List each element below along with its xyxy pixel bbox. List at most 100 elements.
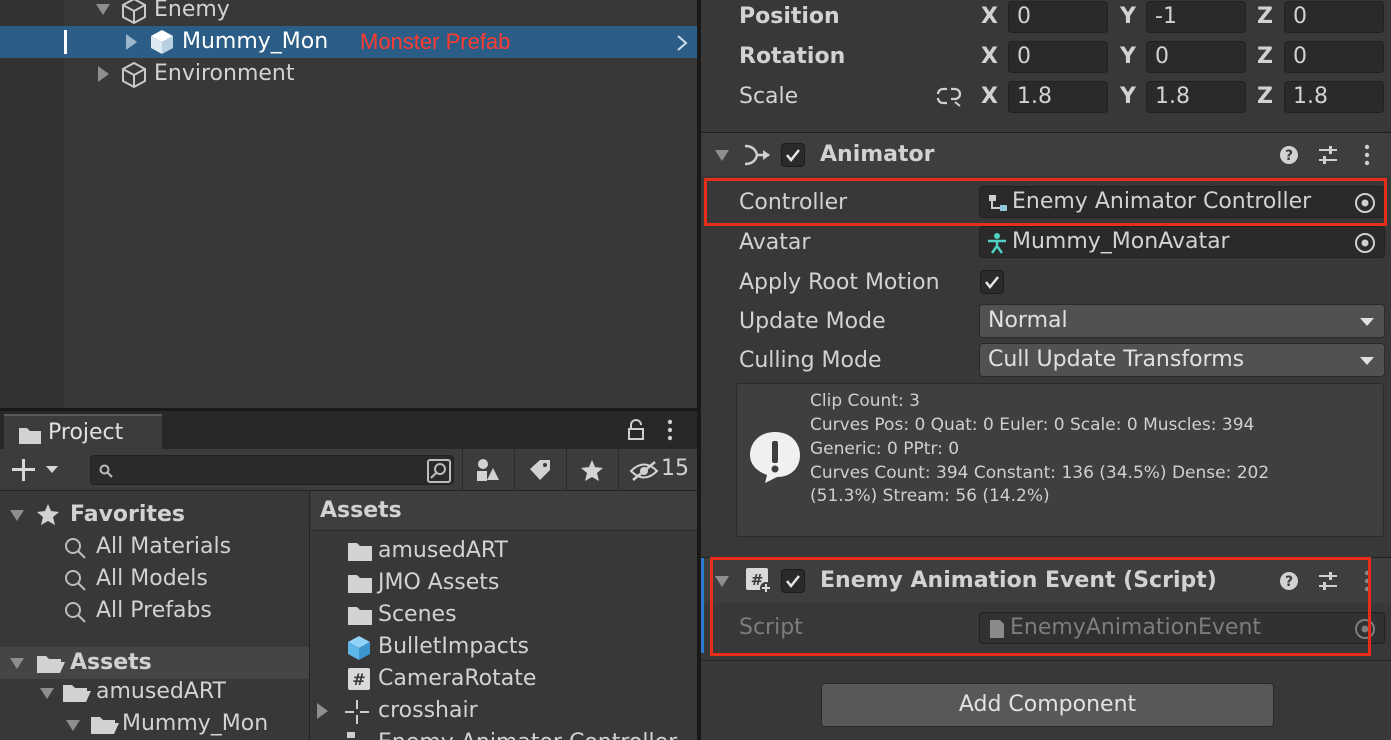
position-z-field[interactable]: 0 — [1284, 1, 1384, 33]
help-icon[interactable]: ? — [1279, 145, 1299, 165]
script-component-highlight-box — [710, 557, 1371, 656]
rotation-y-field[interactable]: 0 — [1146, 41, 1246, 73]
text-caret — [64, 30, 67, 54]
animator-enabled-checkbox[interactable] — [781, 143, 805, 167]
search-icon — [65, 602, 86, 623]
added-component-indicator — [701, 603, 704, 653]
axis-y-label: Y — [1120, 84, 1136, 109]
folder-icon — [19, 428, 41, 444]
search-input[interactable] — [90, 455, 454, 485]
asset-item-label: Scenes — [378, 602, 457, 627]
asset-item-label: Enemy Animator Controller — [378, 728, 677, 740]
rotation-x-field[interactable]: 0 — [1008, 41, 1108, 73]
tag-icon — [530, 460, 550, 480]
tree-item-assets[interactable]: Assets — [0, 647, 309, 679]
prefab-cube-icon — [151, 30, 173, 54]
scale-z-field[interactable]: 1.8 — [1284, 81, 1384, 113]
asset-item-label: crosshair — [378, 698, 478, 723]
folder-icon — [348, 607, 372, 625]
asset-item[interactable]: BulletImpacts — [311, 631, 697, 663]
info-line: Generic: 0 PPtr: 0 — [810, 439, 960, 459]
tree-item-mummy-mon[interactable]: Mummy_Mon — [122, 709, 268, 739]
tree-item-amusedart[interactable]: amusedART — [96, 677, 226, 707]
axis-z-label: Z — [1257, 44, 1273, 69]
scale-x-field[interactable]: 1.8 — [1008, 81, 1108, 113]
script-icon: # — [348, 668, 370, 690]
foldout-collapsed-icon[interactable] — [317, 703, 329, 719]
constrain-proportions-unlinked-icon[interactable] — [935, 84, 963, 108]
svg-text:#: # — [352, 670, 365, 689]
avatar-label: Avatar — [739, 230, 811, 255]
update-mode-dropdown[interactable]: Normal — [979, 304, 1385, 338]
asset-item[interactable]: # CameraRotate — [311, 663, 697, 695]
hierarchy-item-mummy-mon[interactable]: Mummy_Mon Monster Prefab — [0, 26, 697, 58]
chevron-right-icon[interactable] — [676, 34, 688, 52]
project-folder-tree: Favorites All Materials All Models All P… — [0, 491, 310, 740]
asset-item[interactable]: Enemy Animator Controller — [311, 727, 697, 740]
animator-info-box: Clip Count: 3 Curves Pos: 0 Quat: 0 Eule… — [736, 383, 1384, 537]
star-icon — [37, 504, 59, 525]
info-line: Clip Count: 3 — [810, 391, 920, 411]
rotation-z-field[interactable]: 0 — [1284, 41, 1384, 73]
avatar-value: Mummy_MonAvatar — [1012, 229, 1230, 254]
asset-item[interactable]: crosshair — [311, 695, 697, 727]
hierarchy-item-label: Mummy_Mon — [182, 29, 329, 54]
gameobject-cube-icon — [122, 61, 146, 89]
favorite-item-all-materials[interactable]: All Materials — [96, 532, 231, 562]
assets-breadcrumb[interactable]: Assets — [311, 491, 697, 531]
eye-slash-icon — [629, 461, 659, 481]
hidden-packages-toggle[interactable]: 15 — [618, 449, 697, 491]
favorite-item-all-prefabs[interactable]: All Prefabs — [96, 596, 212, 626]
axis-x-label: X — [981, 84, 998, 109]
gameobject-cube-icon — [122, 0, 146, 25]
add-component-button[interactable]: Add Component — [821, 683, 1274, 727]
avatar-object-field[interactable]: Mummy_MonAvatar — [979, 226, 1385, 258]
filter-by-label-button[interactable] — [514, 449, 564, 491]
tab-project[interactable]: Project — [4, 414, 162, 449]
apply-root-motion-checkbox[interactable] — [980, 270, 1004, 294]
animator-title: Animator — [820, 142, 935, 167]
asset-item[interactable]: amusedART — [311, 535, 697, 567]
scale-y-field[interactable]: 1.8 — [1146, 81, 1246, 113]
asset-item[interactable]: Scenes — [311, 599, 697, 631]
create-plus-dropdown-icon[interactable] — [12, 458, 62, 482]
hierarchy-item-enemy[interactable]: Enemy — [0, 0, 697, 26]
axis-z-label: Z — [1257, 84, 1273, 109]
foldout-expanded-icon[interactable] — [10, 510, 24, 522]
foldout-collapsed-icon[interactable] — [126, 34, 138, 50]
svg-text:?: ? — [1285, 148, 1293, 164]
hierarchy-item-label: Enemy — [154, 0, 230, 22]
position-y-field[interactable]: -1 — [1146, 1, 1246, 33]
asset-item[interactable]: JMO Assets — [311, 567, 697, 599]
animator-component-header[interactable]: Animator ? — [701, 132, 1391, 176]
position-x-field[interactable]: 0 — [1008, 1, 1108, 33]
star-icon — [581, 460, 603, 481]
favorites-label[interactable]: Favorites — [70, 500, 185, 530]
hierarchy-item-environment[interactable]: Environment — [0, 58, 697, 90]
foldout-expanded-icon[interactable] — [96, 4, 110, 16]
kebab-menu-icon[interactable] — [666, 419, 674, 441]
foldout-expanded-icon[interactable] — [66, 720, 80, 732]
culling-mode-dropdown[interactable]: Cull Update Transforms — [979, 343, 1385, 377]
foldout-expanded-icon[interactable] — [10, 658, 24, 670]
breadcrumb-label: Assets — [320, 498, 402, 523]
favorite-item-all-models[interactable]: All Models — [96, 564, 208, 594]
kebab-menu-icon[interactable] — [1363, 144, 1371, 166]
filter-by-type-button[interactable] — [462, 449, 512, 491]
added-component-indicator — [701, 558, 704, 604]
search-scope-icon[interactable] — [426, 458, 452, 484]
avatar-figure-icon — [988, 233, 1006, 254]
favorites-filter-button[interactable] — [566, 449, 616, 491]
presets-sliders-icon[interactable] — [1317, 144, 1339, 166]
foldout-expanded-icon[interactable] — [40, 688, 54, 700]
object-picker-icon[interactable] — [1354, 232, 1376, 254]
info-line: Curves Count: 394 Constant: 136 (34.5%) … — [810, 463, 1270, 483]
lock-icon[interactable] — [626, 419, 646, 441]
foldout-expanded-icon[interactable] — [715, 150, 729, 162]
folder-open-icon — [63, 685, 91, 702]
foldout-collapsed-icon[interactable] — [98, 66, 110, 82]
axis-x-label: X — [981, 44, 998, 69]
axis-z-label: Z — [1257, 4, 1273, 29]
info-line: Curves Pos: 0 Quat: 0 Euler: 0 Scale: 0 … — [810, 415, 1255, 435]
culling-mode-label: Culling Mode — [739, 348, 882, 373]
